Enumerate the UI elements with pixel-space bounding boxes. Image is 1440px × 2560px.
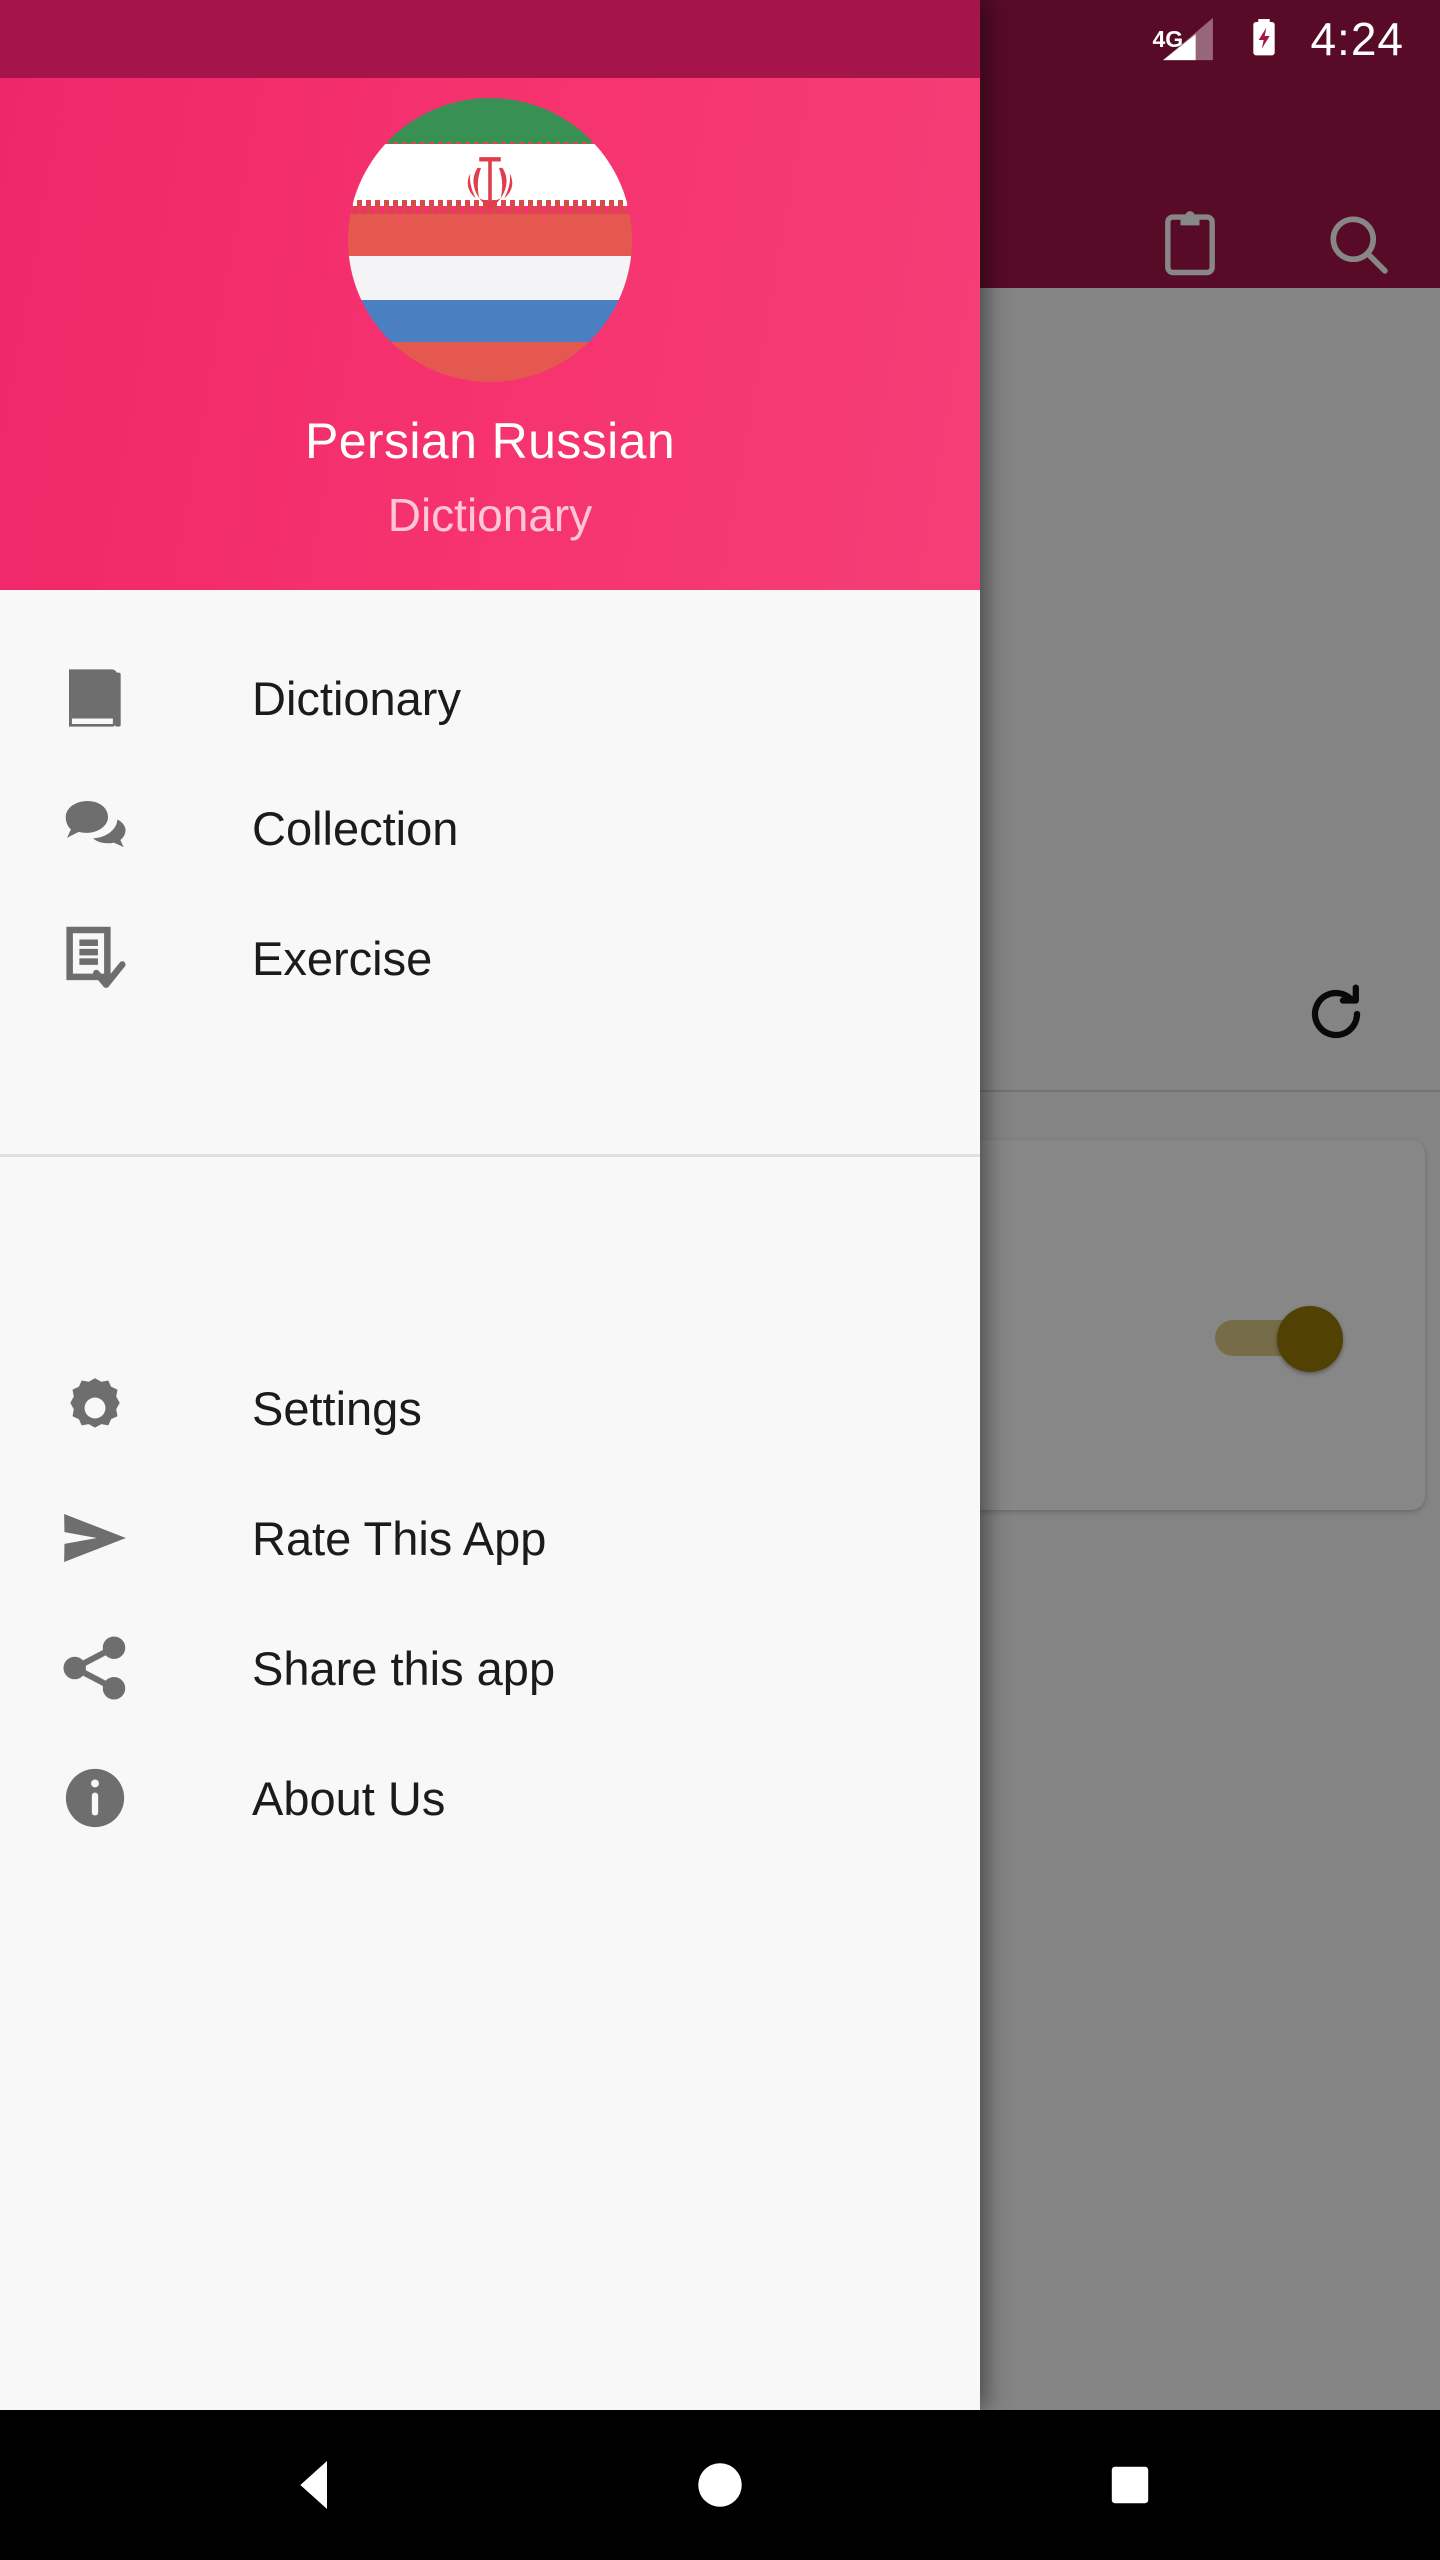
iran-russia-flag-avatar [348,98,632,382]
circle-home-icon[interactable] [620,2410,820,2560]
triangle-back-icon[interactable] [215,2410,415,2560]
drawer-subtitle: Dictionary [387,489,593,541]
drawer-title: Persian Russian [304,413,676,469]
drawer-divider [0,1154,980,1157]
network-type-label: 4G [1152,26,1184,52]
clock: 4:24 [1310,13,1404,65]
sidebar-item-label: Rate This App [252,1511,547,1565]
chat-bubbles-icon [53,786,137,870]
share-icon [53,1626,137,1710]
sidebar-item-collection[interactable]: Collection [0,772,980,884]
sidebar-item-exercise[interactable]: Exercise [0,902,980,1014]
navigation-drawer: Persian Russian Dictionary Dictionary Co… [0,0,980,2410]
drawer-status-bar-background [0,0,980,78]
sidebar-item-rate-this-app[interactable]: Rate This App [0,1482,980,1594]
sidebar-item-settings[interactable]: Settings [0,1352,980,1464]
sidebar-item-label: Dictionary [252,671,461,725]
sidebar-item-label: About Us [252,1771,446,1825]
document-check-icon [53,916,137,1000]
book-icon [53,656,137,740]
send-icon [53,1496,137,1580]
battery-charging-icon [1244,8,1284,71]
info-circle-icon [53,1756,137,1840]
iran-emblem-icon [467,157,513,211]
gear-icon [53,1366,137,1450]
square-recents-icon[interactable] [1030,2410,1230,2560]
sidebar-item-share-this-app[interactable]: Share this app [0,1612,980,1724]
sidebar-item-label: Collection [252,801,459,855]
phone-screen: جـ жество [0,0,1440,2560]
sidebar-item-about-us[interactable]: About Us [0,1742,980,1854]
sidebar-item-label: Share this app [252,1641,556,1695]
status-bar: 4G 4:24 [1152,0,1404,78]
system-navigation-bar [0,2410,1440,2560]
sidebar-item-dictionary[interactable]: Dictionary [0,642,980,754]
sidebar-item-label: Exercise [252,931,433,985]
drawer-header: Persian Russian Dictionary [0,78,980,590]
sidebar-item-label: Settings [252,1381,422,1435]
signal-bars-icon: 4G [1152,16,1218,62]
